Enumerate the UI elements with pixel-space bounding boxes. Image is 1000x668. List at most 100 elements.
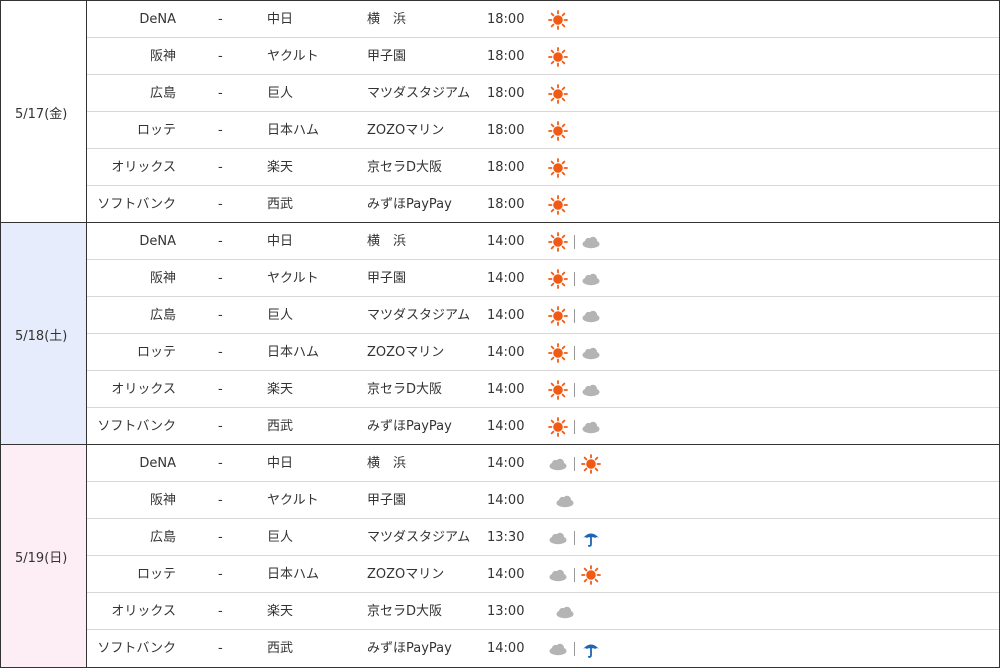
home-team: 広島: [149, 530, 176, 545]
weather-forecast: [548, 334, 601, 371]
home-team: 広島: [149, 308, 176, 323]
away-team: 西武: [267, 197, 294, 212]
weather-divider: [574, 567, 575, 582]
weather-divider: [574, 382, 575, 397]
venue-name: みずほPayPay: [367, 197, 452, 212]
vs-separator: -: [218, 530, 223, 545]
schedule-table: 5/17(金) DeNA - 中日横 浜 18:00 阪神 - ヤクルト 甲子園 18:00 広島 -…: [0, 0, 1000, 668]
game-row: ロッテ - 日本ハム ZOZOマリン 14:00: [87, 556, 1000, 593]
weather-divider: [574, 271, 575, 286]
weather-forecast: [548, 223, 601, 260]
vs-separator: -: [218, 382, 223, 397]
weather-forecast: [548, 38, 568, 75]
home-team: 広島: [149, 86, 176, 101]
venue-name: 甲子園: [367, 49, 407, 64]
cloudy-icon: [582, 236, 600, 248]
cloudy-icon: [582, 384, 600, 396]
start-time: 14:00: [487, 419, 525, 434]
cloudy-icon: [549, 643, 567, 655]
vs-separator: -: [218, 86, 223, 101]
vs-separator: -: [218, 567, 223, 582]
home-team: ソフトバンク: [97, 197, 176, 212]
venue-name: ZOZOマリン: [367, 123, 445, 138]
home-team: オリックス: [111, 160, 176, 175]
home-team: ロッテ: [136, 345, 176, 360]
venue-name: 横 浜: [367, 234, 407, 249]
home-team: ロッテ: [136, 123, 176, 138]
game-row: 阪神 - ヤクルト 甲子園 18:00: [87, 38, 1000, 75]
sunny-icon: [548, 120, 568, 141]
weather-divider: [574, 345, 575, 360]
home-team: オリックス: [111, 382, 176, 397]
sunny-icon: [548, 342, 568, 363]
venue-name: みずほPayPay: [367, 641, 452, 656]
sunny-icon: [548, 157, 568, 178]
weather-forecast: [548, 1, 568, 38]
start-time: 13:00: [487, 604, 525, 619]
away-team: 中日: [267, 456, 294, 471]
game-row: オリックス - 楽天 京セラD大阪 18:00: [87, 149, 1000, 186]
weather-divider: [574, 234, 575, 249]
weather-forecast: [555, 482, 575, 519]
home-team: ロッテ: [136, 567, 176, 582]
sunny-icon: [548, 379, 568, 400]
weather-divider: [574, 641, 575, 656]
game-rows: DeNA - 中日 横 浜 14:00 阪神 - ヤクルト 甲子園 14:00 広島 - 巨人 マツダスタ…: [87, 445, 1000, 667]
away-team: 巨人: [267, 86, 294, 101]
cloudy-icon: [549, 532, 567, 544]
home-team: オリックス: [111, 604, 176, 619]
vs-separator: -: [218, 456, 223, 471]
start-time: 18:00: [487, 197, 525, 212]
day-block: 5/19(日) DeNA - 中日横 浜 14:00 阪神 - ヤクルト 甲子園 14:00 広島 -…: [0, 445, 1000, 667]
away-team: 楽天: [267, 382, 294, 397]
game-row: ソフトバンク - 西武 みずほPayPay 14:00: [87, 408, 1000, 445]
vs-separator: -: [218, 419, 223, 434]
vs-separator: -: [218, 12, 223, 27]
away-team: 楽天: [267, 604, 294, 619]
weather-forecast: [548, 445, 601, 482]
weather-forecast: [548, 519, 601, 556]
venue-name: ZOZOマリン: [367, 567, 445, 582]
venue-name: 京セラD大阪: [367, 160, 443, 175]
sunny-icon: [581, 564, 601, 585]
sunny-icon: [548, 46, 568, 67]
weather-divider: [574, 308, 575, 323]
start-time: 13:30: [487, 530, 525, 545]
weather-forecast: [548, 408, 601, 445]
home-team: ソフトバンク: [97, 419, 176, 434]
vs-separator: -: [218, 345, 223, 360]
vs-separator: -: [218, 160, 223, 175]
start-time: 14:00: [487, 456, 525, 471]
game-row: 阪神 - ヤクルト 甲子園 14:00: [87, 260, 1000, 297]
game-row: ロッテ - 日本ハム ZOZOマリン 14:00: [87, 334, 1000, 371]
start-time: 18:00: [487, 160, 525, 175]
away-team: 中日: [267, 234, 294, 249]
venue-name: 横 浜: [367, 456, 407, 471]
sunny-icon: [548, 9, 568, 30]
home-team: DeNA: [139, 12, 176, 27]
start-time: 14:00: [487, 234, 525, 249]
away-team: 楽天: [267, 160, 294, 175]
weather-forecast: [548, 149, 568, 186]
vs-separator: -: [218, 271, 223, 286]
start-time: 18:00: [487, 12, 525, 27]
vs-separator: -: [218, 49, 223, 64]
weather-divider: [574, 419, 575, 434]
start-time: 14:00: [487, 567, 525, 582]
home-team: 阪神: [149, 493, 176, 508]
start-time: 18:00: [487, 123, 525, 138]
weather-forecast: [548, 371, 601, 408]
game-rows: DeNA - 中日 横 浜 18:00 阪神 - ヤクルト 甲子園 18:00 広島 - 巨人 マツダスタ…: [87, 1, 1000, 223]
venue-name: マツダスタジアム: [367, 308, 471, 323]
cloudy-icon: [582, 273, 600, 285]
sunny-icon: [548, 305, 568, 326]
away-team: 日本ハム: [267, 123, 320, 138]
sunny-icon: [548, 231, 568, 252]
vs-separator: -: [218, 604, 223, 619]
vs-separator: -: [218, 493, 223, 508]
home-team: 阪神: [149, 49, 176, 64]
vs-separator: -: [218, 123, 223, 138]
day-block: 5/18(土) DeNA - 中日横 浜 14:00 阪神 - ヤクルト 甲子園 14:00 広島 -…: [0, 223, 1000, 445]
vs-separator: -: [218, 197, 223, 212]
away-team: 日本ハム: [267, 567, 320, 582]
